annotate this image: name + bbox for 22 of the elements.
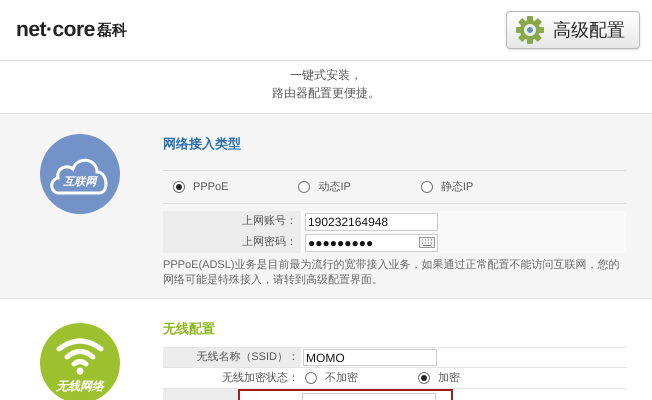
field-label: 上网账号： bbox=[242, 214, 297, 230]
logo-text: net·core bbox=[16, 17, 95, 44]
radio-label: 动态IP bbox=[318, 180, 351, 195]
field-label: 无线名称（SSID）： bbox=[196, 350, 299, 366]
logo-text: 磊科 bbox=[96, 21, 127, 42]
password-field[interactable]: ●●●●●●●●● bbox=[305, 234, 438, 252]
intro-text: 路由器配置更便捷。 bbox=[272, 85, 380, 102]
help-text: PPPoE(ADSL)业务是目前最为流行的宽带接入业务，如果通过正常配置不能访问互联网，您的网络可能是特殊接入，请转到高级配置界面。 bbox=[163, 258, 621, 288]
account-field[interactable]: 190232164948 bbox=[305, 212, 438, 230]
radio-label: 加密 bbox=[438, 370, 460, 386]
radio-label: PPPoE bbox=[193, 180, 228, 195]
field-label: 上网密码： bbox=[242, 234, 297, 250]
ssid-field[interactable]: MOMO bbox=[303, 349, 437, 366]
badge-label: 无线网络 bbox=[56, 378, 104, 395]
radio-label: 静态IP bbox=[440, 180, 474, 195]
section-title: 无线配置 bbox=[163, 320, 216, 338]
field-label: 无线加密状态： bbox=[222, 370, 299, 386]
radio-label: 不加密 bbox=[325, 370, 358, 386]
section-title: 网络接入类型 bbox=[163, 135, 242, 153]
advanced-settings-button[interactable]: 高级配置 bbox=[506, 11, 640, 49]
badge-label: 互联网 bbox=[64, 174, 96, 190]
intro-text: 一键式安装， bbox=[290, 67, 362, 84]
